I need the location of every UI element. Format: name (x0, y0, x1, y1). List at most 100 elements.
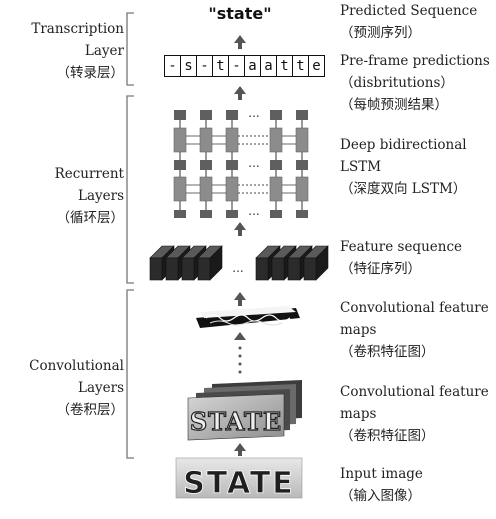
feature-block (303, 257, 317, 281)
frame-prediction-cell: s (181, 56, 197, 76)
label-line: Layers (77, 188, 124, 204)
desc-line: （输入图像） (340, 488, 421, 504)
layer-brackets (126, 12, 134, 459)
frame-prediction-sequence: -s-t-aatte (164, 55, 325, 77)
lstm-output-node (226, 110, 238, 120)
desc-line: （卷积特征图） (340, 428, 435, 444)
feature-block (165, 257, 179, 281)
convolutional-layers-label: Convolutional Layers （卷积层） (0, 355, 124, 421)
desc-line: （disbritutions） (340, 75, 454, 91)
conv-maps-lower-desc: Convolutional feature maps （卷积特征图） (340, 381, 496, 447)
transcription-layer-label: Transcription Layer （转录层） (0, 18, 124, 84)
arrow-icon (234, 443, 246, 451)
desc-line: （深度双向 LSTM） (340, 181, 467, 197)
lstm-cell (269, 127, 283, 153)
lstm-output-node (226, 160, 238, 170)
lstm-input-node (270, 210, 282, 218)
label-line: （循环层） (56, 210, 125, 226)
label-line: Convolutional (29, 358, 124, 374)
desc-line: maps (340, 406, 377, 422)
arrow-icon (234, 35, 246, 43)
bracket-convolutional (126, 289, 134, 459)
ellipsis-text: ... (248, 106, 259, 120)
conv-feature-map-stack: STATE (187, 380, 302, 441)
frame-prediction-cell: - (197, 56, 213, 76)
input-image: STATE (175, 457, 303, 501)
lstm-cell (199, 127, 213, 153)
desc-line: LSTM (340, 159, 382, 175)
arrow-icon (234, 86, 246, 94)
conv-maps-upper-desc: Convolutional feature maps （卷积特征图） (340, 297, 496, 363)
lstm-input-node (200, 210, 212, 218)
crnn-diagram: ......... ... STATE STATE "state" -s-t-a… (0, 0, 496, 519)
label-line: Recurrent (54, 166, 124, 182)
lstm-output-node (174, 160, 186, 170)
conv-map-letters: STATE (190, 407, 282, 436)
label-line: （卷积层） (56, 402, 125, 418)
desc-line: （特征序列） (340, 261, 421, 277)
feature-block (181, 257, 195, 281)
lstm-output-node (296, 110, 308, 120)
desc-line: （每帧预测结果） (340, 97, 448, 113)
lstm-cell (225, 176, 239, 202)
desc-line: （卷积特征图） (340, 344, 435, 360)
lstm-cell (173, 176, 187, 202)
lstm-output-node (174, 110, 186, 120)
lstm-output-node (200, 110, 212, 120)
ellipsis-text: ... (248, 204, 259, 218)
feature-block (271, 257, 285, 281)
bracket-transcription (126, 12, 134, 86)
bilstm-desc: Deep bidirectional LSTM （深度双向 LSTM） (340, 134, 496, 200)
label-line: （转录层） (56, 65, 125, 81)
frame-prediction-cell: - (229, 56, 245, 76)
desc-line: Input image (340, 466, 423, 482)
lstm-input-node (296, 210, 308, 218)
lstm-cell (199, 176, 213, 202)
input-image-letters: STATE (183, 466, 295, 501)
lstm-output-node (296, 160, 308, 170)
conv-feature-map-upper (196, 306, 300, 328)
lstm-input-node (226, 210, 238, 218)
predicted-sequence-desc: Predicted Sequence （预测序列） (340, 0, 496, 44)
desc-line: Convolutional feature (340, 384, 489, 400)
desc-line: Pre-frame predictions (340, 53, 490, 69)
feature-sequence-desc: Feature sequence （特征序列） (340, 236, 496, 280)
feature-block (149, 257, 163, 281)
frame-prediction-cell: - (165, 56, 181, 76)
desc-line: Deep bidirectional (340, 137, 467, 153)
input-image-desc: Input image （输入图像） (340, 463, 496, 507)
lstm-cell (295, 127, 309, 153)
ellipsis-text: ... (232, 261, 243, 275)
frame-prediction-cell: a (245, 56, 261, 76)
lstm-cell (269, 176, 283, 202)
label-line: Transcription (31, 21, 124, 37)
feature-block (197, 257, 211, 281)
lstm-cell (225, 127, 239, 153)
bilstm-grid: ......... (173, 106, 309, 218)
frame-prediction-cell: e (312, 58, 321, 74)
lstm-cell (173, 127, 187, 153)
lstm-output-node (270, 160, 282, 170)
label-line: Layer (84, 43, 124, 59)
lstm-input-node (174, 210, 186, 218)
feature-block (255, 257, 269, 281)
arrow-icon (234, 222, 246, 230)
ellipsis-text: ... (248, 156, 259, 170)
desc-line: Predicted Sequence (340, 3, 478, 19)
frame-prediction-cell: t (293, 56, 309, 76)
recurrent-layers-label: Recurrent Layers （循环层） (0, 163, 124, 229)
bracket-recurrent (126, 95, 134, 284)
predicted-word: "state" (208, 4, 272, 23)
lstm-output-node (270, 110, 282, 120)
frame-prediction-cell: t (213, 56, 229, 76)
arrow-icon (234, 332, 246, 340)
frame-prediction-cell: a (261, 56, 277, 76)
frame-predictions-desc: Pre-frame predictions （disbritutions） （每… (340, 50, 496, 116)
desc-line: （预测序列） (340, 25, 421, 41)
label-line: Layers (77, 380, 124, 396)
desc-line: Feature sequence (340, 239, 463, 255)
arrow-icon (234, 292, 246, 300)
desc-line: Convolutional feature (340, 300, 489, 316)
feature-block (287, 257, 301, 281)
frame-prediction-cell: t (277, 56, 293, 76)
